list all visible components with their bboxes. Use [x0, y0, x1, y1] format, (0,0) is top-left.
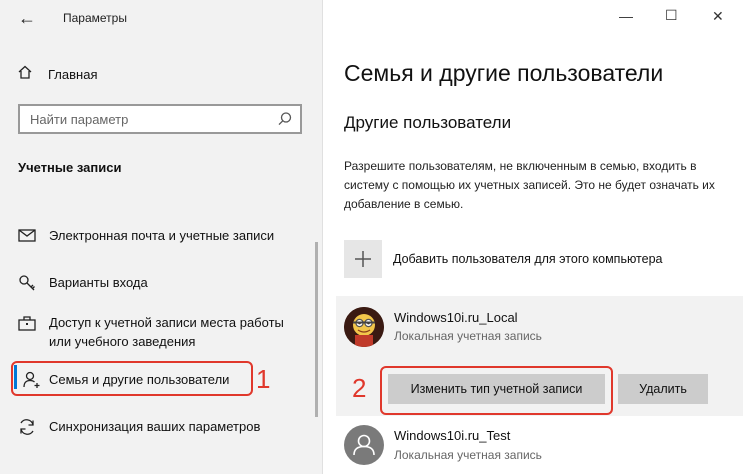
plus-icon — [344, 240, 382, 278]
add-user-button[interactable]: Добавить пользователя для этого компьюте… — [344, 240, 663, 278]
avatar — [344, 307, 384, 347]
callout-box-1 — [11, 361, 253, 396]
section-title: Учетные записи — [18, 160, 122, 175]
back-arrow-icon[interactable]: ← — [18, 8, 38, 28]
user-account-type: Локальная учетная запись — [394, 448, 542, 462]
search-box[interactable] — [18, 104, 302, 134]
mail-icon — [17, 226, 37, 246]
callout-box-2 — [380, 366, 613, 415]
add-user-label: Добавить пользователя для этого компьюте… — [393, 252, 663, 266]
user-name: Windows10i.ru_Local — [394, 310, 518, 325]
user-name: Windows10i.ru_Test — [394, 428, 511, 443]
delete-user-button[interactable]: Удалить — [618, 374, 708, 404]
home-link[interactable]: Главная — [14, 64, 97, 84]
close-button[interactable]: ✕ — [712, 8, 724, 25]
minimize-button[interactable]: — — [619, 8, 633, 24]
main-pane: — ☐ ✕ Семья и другие пользователи Другие… — [322, 0, 743, 474]
section-subtitle: Другие пользователи — [344, 113, 512, 132]
sidebar-item-label: Электронная почта и учетные записи — [49, 228, 275, 243]
user-account-type: Локальная учетная запись — [394, 329, 542, 343]
home-label: Главная — [48, 66, 98, 82]
page-title: Семья и другие пользователи — [344, 60, 664, 86]
sidebar-scrollbar[interactable] — [315, 242, 318, 417]
home-icon — [14, 64, 36, 84]
annotation-number-2: 2 — [352, 373, 367, 403]
annotation-number-1: 1 — [256, 364, 271, 394]
sidebar-item-label: Варианты входа — [49, 275, 148, 290]
maximize-button[interactable]: ☐ — [665, 7, 678, 24]
sidebar: ← Параметры Главная Учетные записи Элект… — [0, 0, 322, 474]
search-icon[interactable] — [276, 110, 294, 128]
app-title: Параметры — [63, 11, 127, 25]
description-text: Разрешите пользователям, не включенным в… — [344, 159, 715, 211]
sidebar-item-label: Синхронизация ваших параметров — [49, 419, 261, 434]
search-input[interactable] — [20, 106, 270, 132]
key-icon — [17, 273, 37, 293]
default-avatar-icon — [344, 425, 384, 465]
pane-divider — [322, 0, 323, 474]
briefcase-icon — [17, 313, 37, 333]
sync-icon — [17, 417, 37, 437]
sidebar-item-label: Доступ к учетной записи места работы или… — [49, 315, 284, 349]
